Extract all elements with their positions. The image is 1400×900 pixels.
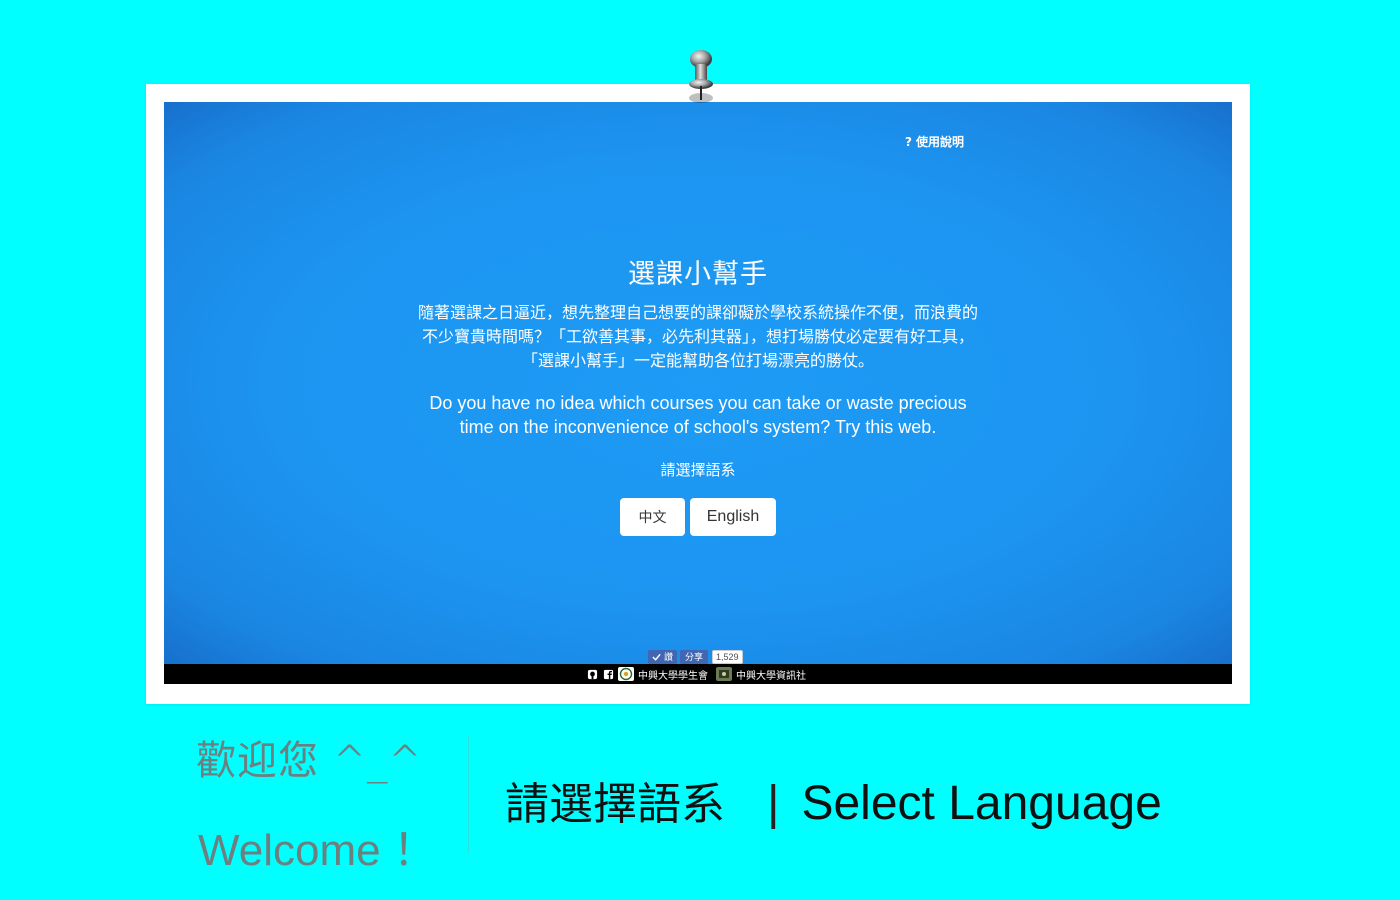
select-language-caption: 請選擇語系 | Select Language bbox=[505, 768, 1162, 832]
student-union-link[interactable]: 中興大學學生會 bbox=[638, 667, 708, 682]
student-union-logo bbox=[618, 667, 634, 681]
info-club-link[interactable]: 中興大學資訊社 bbox=[736, 667, 806, 682]
caption-separator: | bbox=[767, 777, 780, 830]
checkmark-icon bbox=[652, 653, 661, 661]
question-icon: ? bbox=[905, 135, 912, 149]
intro-text-zh: 隨著選課之日逼近，想先整理自己想要的課卻礙於學校系統操作不便，而浪費的不少寶貴時… bbox=[418, 303, 979, 370]
choose-language-label: 請選擇語系 bbox=[660, 461, 736, 479]
page-title: 選課小幫手 bbox=[628, 259, 768, 290]
facebook-like-button[interactable]: 讚 bbox=[648, 650, 678, 664]
info-club-logo bbox=[716, 667, 732, 681]
english-language-button[interactable]: English bbox=[690, 498, 776, 536]
chinese-language-button[interactable]: 中文 bbox=[620, 498, 685, 536]
footer-bar: 中興大學學生會 中興大學資訊社 bbox=[164, 664, 1232, 684]
caption-divider bbox=[468, 736, 469, 854]
share-count: 1,529 bbox=[712, 650, 743, 664]
intro-text-en: Do you have no idea which courses you ca… bbox=[429, 393, 967, 437]
select-language-en: Select Language bbox=[801, 777, 1162, 830]
select-language-zh: 請選擇語系 bbox=[505, 779, 725, 830]
hero-content: 選課小幫手 隨著選課之日逼近，想先整理自己想要的課卻礙於學校系統操作不便，而浪費… bbox=[164, 252, 1232, 536]
welcome-text-zh: 歡迎您 ^_^ bbox=[196, 738, 423, 784]
help-link-label: 使用說明 bbox=[915, 135, 964, 149]
facebook-icon[interactable] bbox=[602, 668, 614, 680]
facebook-share-widget: 讚 分享 1,529 bbox=[648, 650, 743, 664]
like-label: 讚 bbox=[664, 652, 674, 662]
facebook-share-button[interactable]: 分享 bbox=[680, 650, 709, 664]
github-icon[interactable] bbox=[586, 668, 598, 680]
language-button-group: 中文 English bbox=[164, 498, 1232, 536]
pushpin-icon bbox=[684, 48, 718, 108]
website-screenshot: ? 使用說明 選課小幫手 隨著選課之日逼近，想先整理自己想要的課卻礙於學校系統操作… bbox=[164, 102, 1232, 684]
photo-frame: ? 使用說明 選課小幫手 隨著選課之日逼近，想先整理自己想要的課卻礙於學校系統操作… bbox=[146, 84, 1250, 704]
welcome-text-en: Welcome ！ bbox=[198, 826, 437, 875]
help-link[interactable]: ? 使用說明 bbox=[905, 133, 964, 150]
